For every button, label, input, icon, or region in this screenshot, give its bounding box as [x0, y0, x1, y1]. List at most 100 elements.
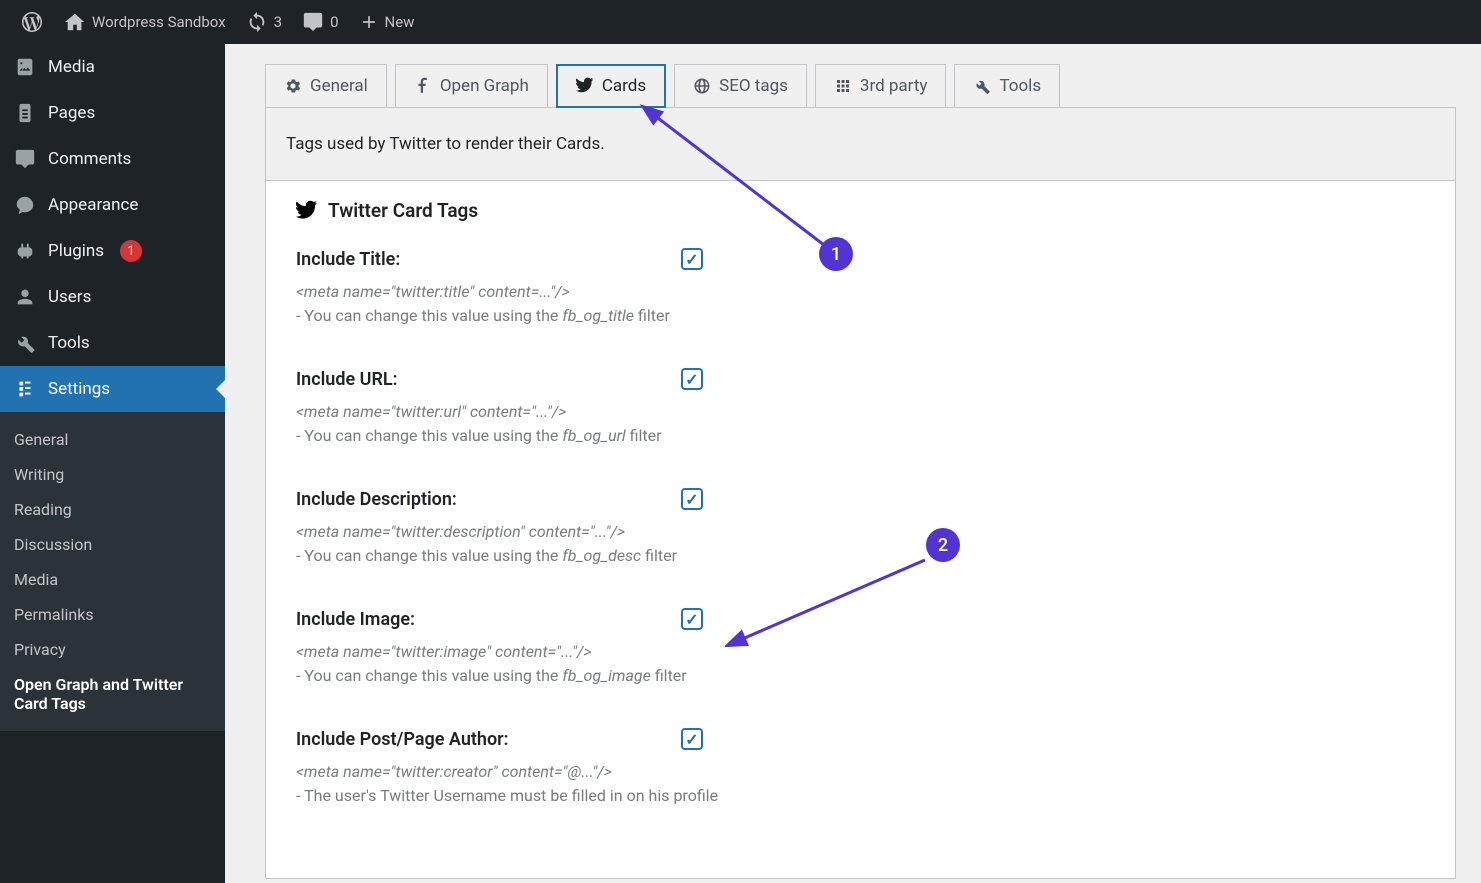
menu-settings[interactable]: Settings	[0, 366, 225, 412]
comments-icon	[14, 148, 36, 170]
menu-label: Plugins	[48, 241, 104, 261]
grid-icon	[834, 77, 852, 95]
tab-general[interactable]: General	[265, 64, 387, 108]
home-icon	[64, 11, 86, 33]
plugins-badge: 1	[120, 240, 142, 262]
checkbox-include-url[interactable]	[681, 368, 703, 390]
meta-example: <meta name="twitter:title" content=..."/…	[296, 282, 570, 301]
submenu-og-twitter[interactable]: Open Graph and Twitter Card Tags	[0, 667, 225, 721]
tab-label: 3rd party	[860, 76, 928, 96]
help-text: - You can change this value using the	[296, 666, 562, 685]
field-label: Include Post/Page Author:	[296, 729, 681, 750]
tab-seo[interactable]: SEO tags	[674, 64, 807, 108]
menu-label: Media	[48, 57, 95, 77]
comments-link[interactable]: 0	[292, 0, 348, 44]
new-link[interactable]: New	[349, 0, 425, 44]
help-text: filter	[651, 666, 687, 685]
field-description: <meta name="twitter:url" content="..."/>…	[296, 400, 1425, 448]
checkbox-include-image[interactable]	[681, 608, 703, 630]
tab-tools[interactable]: Tools	[954, 64, 1060, 108]
field-label: Include Title:	[296, 249, 681, 270]
main-content: General Open Graph Cards SEO tags 3rd pa…	[225, 44, 1481, 883]
twitter-icon	[576, 77, 594, 95]
settings-submenu: General Writing Reading Discussion Media…	[0, 412, 225, 731]
users-icon	[14, 286, 36, 308]
filter-name: fb_og_url	[562, 426, 625, 445]
globe-icon	[693, 77, 711, 95]
help-text: filter	[626, 426, 662, 445]
tab-label: Tools	[999, 76, 1041, 96]
appearance-icon	[14, 194, 36, 216]
field-include-image: Include Image: <meta name="twitter:image…	[296, 608, 1425, 688]
submenu-discussion[interactable]: Discussion	[0, 527, 225, 562]
field-include-title: Include Title: <meta name="twitter:title…	[296, 248, 1425, 328]
filter-name: fb_og_desc	[562, 546, 641, 565]
checkbox-include-title[interactable]	[681, 248, 703, 270]
heading-text: Twitter Card Tags	[328, 199, 478, 222]
submenu-media[interactable]: Media	[0, 562, 225, 597]
plugins-icon	[14, 240, 36, 262]
submenu-writing[interactable]: Writing	[0, 457, 225, 492]
updates-link[interactable]: 3	[236, 0, 292, 44]
menu-plugins[interactable]: Plugins 1	[0, 228, 225, 274]
field-description: <meta name="twitter:creator" content="@.…	[296, 760, 1425, 808]
field-include-description: Include Description: <meta name="twitter…	[296, 488, 1425, 568]
field-label: Include Description:	[296, 489, 681, 510]
panel-description: Tags used by Twitter to render their Car…	[265, 107, 1456, 181]
site-name-link[interactable]: Wordpress Sandbox	[54, 0, 236, 44]
submenu-general[interactable]: General	[0, 422, 225, 457]
tab-3rdparty[interactable]: 3rd party	[815, 64, 947, 108]
tools-icon	[14, 332, 36, 354]
settings-tabs: General Open Graph Cards SEO tags 3rd pa…	[265, 64, 1456, 108]
help-text: - You can change this value using the	[296, 426, 562, 445]
tab-label: SEO tags	[719, 76, 788, 96]
menu-comments[interactable]: Comments	[0, 136, 225, 182]
comments-count: 0	[330, 13, 338, 31]
filter-name: fb_og_title	[562, 306, 634, 325]
gear-icon	[284, 77, 302, 95]
wordpress-icon	[20, 10, 44, 34]
new-label: New	[385, 13, 415, 31]
meta-example: <meta name="twitter:url" content="..."/>	[296, 402, 566, 421]
menu-label: Appearance	[48, 195, 138, 215]
menu-pages[interactable]: Pages	[0, 90, 225, 136]
menu-label: Settings	[48, 379, 110, 399]
menu-label: Pages	[48, 103, 95, 123]
meta-example: <meta name="twitter:image" content="..."…	[296, 642, 592, 661]
menu-tools[interactable]: Tools	[0, 320, 225, 366]
wrench-icon	[973, 77, 991, 95]
wp-logo[interactable]	[10, 0, 54, 44]
submenu-reading[interactable]: Reading	[0, 492, 225, 527]
admin-sidebar: Media Pages Comments Appearance Plugins …	[0, 44, 225, 883]
help-text: - You can change this value using the	[296, 306, 562, 325]
tab-label: Open Graph	[440, 76, 529, 96]
plus-icon	[359, 12, 379, 32]
help-text: filter	[634, 306, 670, 325]
checkbox-include-author[interactable]	[681, 728, 703, 750]
field-description: <meta name="twitter:title" content=..."/…	[296, 280, 1425, 328]
facebook-icon	[414, 77, 432, 95]
site-name: Wordpress Sandbox	[92, 13, 226, 31]
tab-opengraph[interactable]: Open Graph	[395, 64, 548, 108]
menu-label: Users	[48, 287, 91, 307]
twitter-icon	[296, 200, 318, 222]
update-icon	[246, 11, 268, 33]
field-description: <meta name="twitter:description" content…	[296, 520, 1425, 568]
help-text: - The user's Twitter Username must be fi…	[296, 786, 718, 805]
admin-bar: Wordpress Sandbox 3 0 New	[0, 0, 1481, 44]
menu-users[interactable]: Users	[0, 274, 225, 320]
submenu-privacy[interactable]: Privacy	[0, 632, 225, 667]
meta-example: <meta name="twitter:creator" content="@.…	[296, 762, 612, 781]
updates-count: 3	[274, 13, 282, 31]
checkbox-include-description[interactable]	[681, 488, 703, 510]
submenu-permalinks[interactable]: Permalinks	[0, 597, 225, 632]
menu-appearance[interactable]: Appearance	[0, 182, 225, 228]
help-text: filter	[641, 546, 677, 565]
field-include-author: Include Post/Page Author: <meta name="tw…	[296, 728, 1425, 808]
settings-icon	[14, 378, 36, 400]
filter-name: fb_og_image	[562, 666, 650, 685]
tab-cards[interactable]: Cards	[556, 64, 666, 108]
menu-media[interactable]: Media	[0, 44, 225, 90]
menu-label: Comments	[48, 149, 131, 169]
field-label: Include URL:	[296, 369, 681, 390]
